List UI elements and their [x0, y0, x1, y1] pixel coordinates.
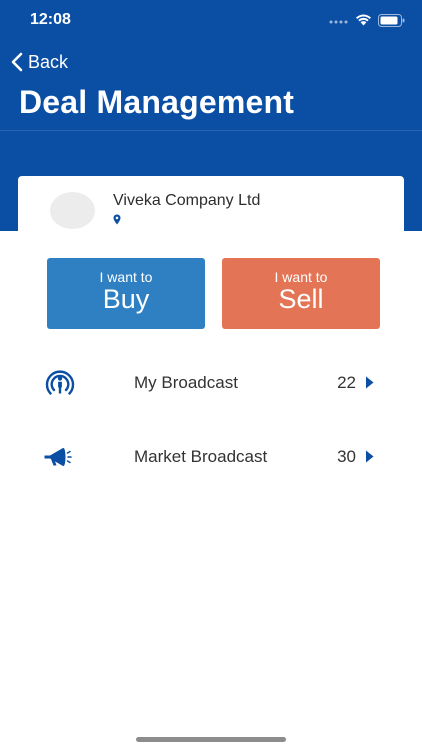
company-name: Viveka Company Ltd — [113, 192, 261, 209]
cellular-signal-icon — [329, 20, 348, 24]
avatar — [50, 192, 95, 229]
wifi-icon — [356, 14, 371, 26]
my-broadcast-label: My Broadcast — [134, 373, 238, 392]
header-divider — [0, 130, 422, 131]
sell-label: Sell — [278, 284, 324, 314]
page-title: Deal Management — [19, 84, 295, 120]
my-broadcast-count: 22 — [337, 373, 356, 392]
company-card[interactable]: Viveka Company Ltd — [18, 176, 404, 256]
sell-button[interactable]: I want to Sell — [222, 258, 380, 329]
list-item-market-broadcast[interactable]: Market Broadcast 30 — [0, 432, 422, 482]
chevron-right-icon — [366, 450, 374, 463]
chevron-left-icon — [11, 52, 23, 72]
list-item-my-broadcast[interactable]: My Broadcast 22 — [0, 358, 422, 408]
chevron-right-icon — [366, 376, 374, 389]
back-button[interactable]: Back — [10, 50, 68, 74]
home-indicator — [136, 737, 286, 742]
buy-caption: I want to — [99, 269, 153, 285]
back-label: Back — [28, 51, 69, 72]
location-pin-icon — [113, 214, 121, 225]
status-time: 12:08 — [30, 11, 71, 28]
megaphone-icon — [44, 448, 72, 466]
status-bar: 12:08 — [0, 0, 422, 44]
battery-icon — [378, 14, 405, 27]
market-broadcast-count: 30 — [337, 447, 356, 466]
buy-button[interactable]: I want to Buy — [47, 258, 205, 329]
sell-caption: I want to — [274, 269, 328, 285]
broadcast-icon — [45, 370, 75, 395]
buy-label: Buy — [102, 284, 150, 314]
market-broadcast-label: Market Broadcast — [134, 447, 268, 466]
